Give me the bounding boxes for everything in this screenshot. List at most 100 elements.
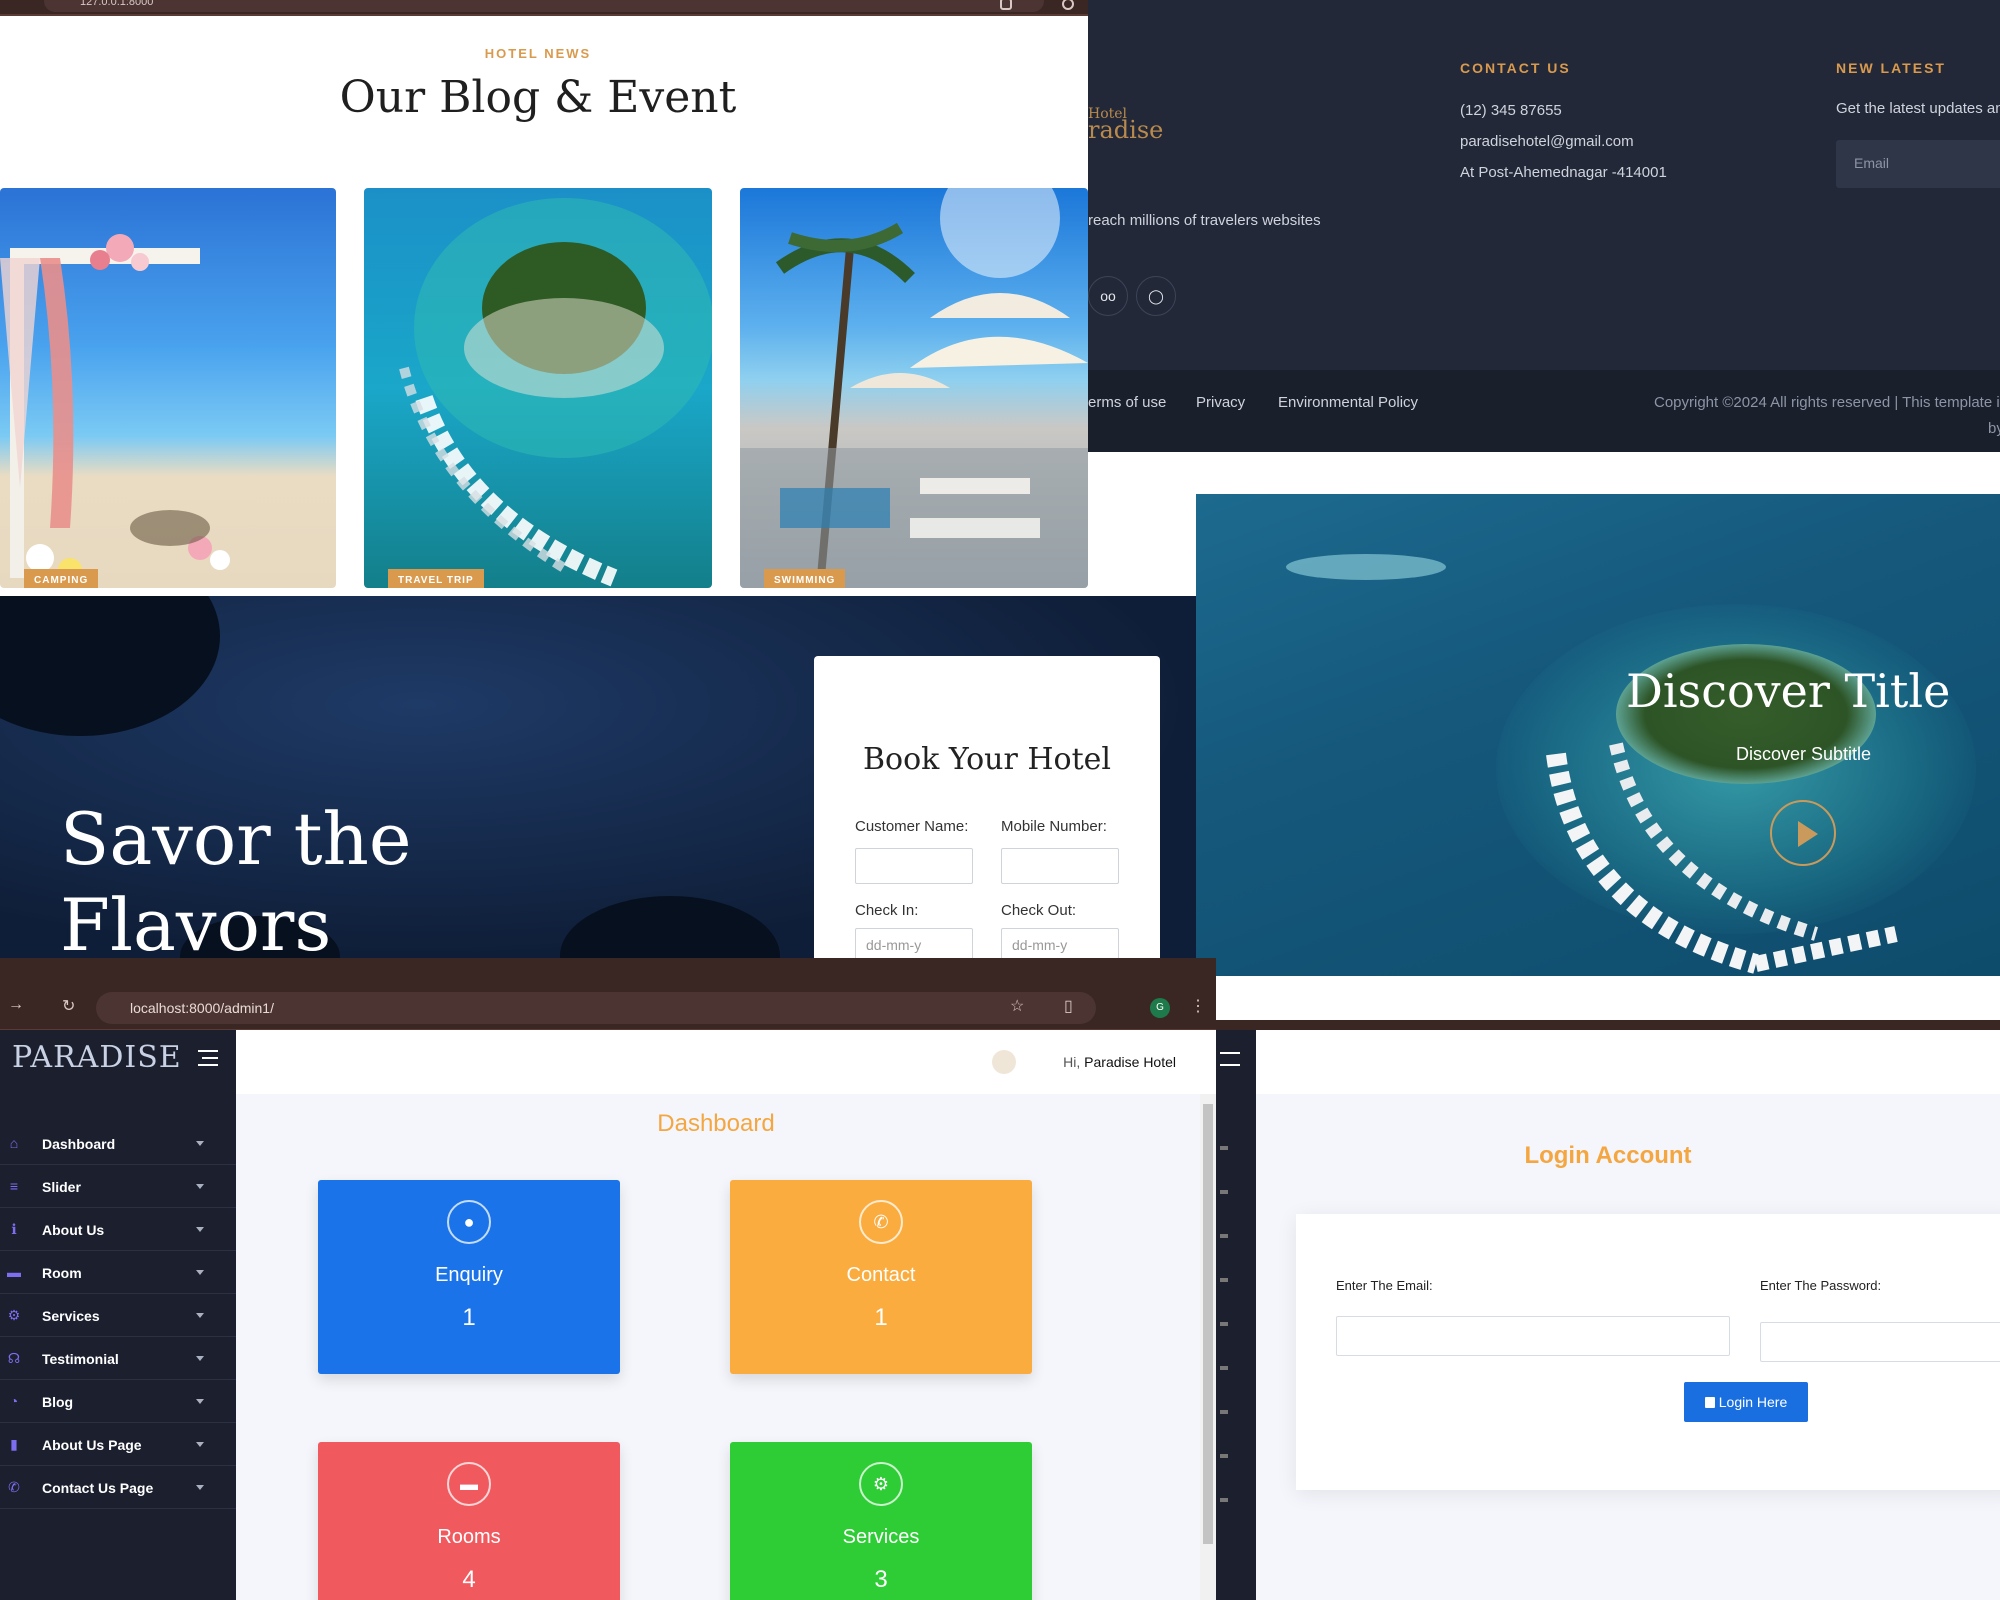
play-video-icon[interactable] xyxy=(1770,800,1836,866)
login-window: Login Account Enter The Email: Enter The… xyxy=(1216,1020,2000,1600)
extensions-icon[interactable]: ▯ xyxy=(1064,996,1073,1016)
admin-sidebar: PARADISE ⌂ Dashboard ≡ Slider ℹ About Us ▬ Room… xyxy=(0,1030,236,1600)
admin-dashboard-window: → ↻ localhost:8000/admin1/ ☆ ▯ G ⋮ PARAD… xyxy=(0,958,1216,1600)
contact-email[interactable]: paradisehotel@gmail.com xyxy=(1460,133,1634,150)
kebab-menu-icon[interactable]: ⋮ xyxy=(1190,996,1206,1016)
stat-tile-contact[interactable]: ✆ Contact 1 xyxy=(730,1180,1032,1374)
admin-topbar xyxy=(1256,1030,2000,1094)
check-in-date-input[interactable]: dd-mm-y xyxy=(855,928,973,958)
copyright-by: by xyxy=(1988,420,2000,437)
villas-pier-graphic xyxy=(1546,742,1898,974)
forward-icon[interactable]: → xyxy=(8,996,24,1014)
sidebar-item-about-us-page[interactable]: ▮ About Us Page xyxy=(0,1423,236,1466)
footer-link-terms[interactable]: erms of use xyxy=(1088,394,1166,411)
address-bar[interactable]: 127.0.0.1:8000 xyxy=(44,0,1044,12)
contact-phone[interactable]: (12) 345 87655 xyxy=(1460,102,1562,119)
scrollbar[interactable] xyxy=(1200,1094,1216,1600)
newsletter-email-input[interactable]: Email xyxy=(1836,140,2000,188)
profile-avatar[interactable]: G xyxy=(1150,998,1170,1018)
customer-name-input[interactable] xyxy=(855,848,973,884)
email-input[interactable] xyxy=(1336,1316,1730,1356)
chevron-down-icon[interactable] xyxy=(1220,1454,1228,1458)
chevron-down-icon[interactable] xyxy=(1220,1278,1228,1282)
stat-tile-services[interactable]: ⚙ Services 3 xyxy=(730,1442,1032,1600)
password-input[interactable] xyxy=(1760,1322,2000,1362)
chevron-down-icon xyxy=(196,1399,204,1404)
hamburger-icon[interactable] xyxy=(198,1050,218,1066)
sidebar-item-contact-us-page[interactable]: ✆ Contact Us Page xyxy=(0,1466,236,1509)
check-in-label: Check In: xyxy=(855,902,919,919)
palm-silhouette xyxy=(0,596,220,736)
login-button-label: Login Here xyxy=(1718,1394,1788,1410)
chevron-down-icon[interactable] xyxy=(1220,1146,1228,1150)
sidebar-item-slider[interactable]: ≡ Slider xyxy=(0,1165,236,1208)
browser-toolbar: → ↻ localhost:8000/admin1/ ☆ ▯ G ⋮ xyxy=(0,986,1216,1030)
cogs-icon: ⚙ xyxy=(7,1307,21,1323)
info-icon: ℹ xyxy=(11,1221,17,1237)
footer-link-environmental[interactable]: Environmental Policy xyxy=(1278,394,1418,411)
page-title: Dashboard xyxy=(657,1110,775,1137)
sidebar-item-room[interactable]: ▬ Room xyxy=(0,1251,236,1294)
section-title: Our Blog & Event xyxy=(339,72,737,123)
address-url: 127.0.0.1:8000 xyxy=(80,0,154,8)
reload-icon[interactable]: ↻ xyxy=(62,996,75,1016)
footer-logo[interactable]: Hotel radise xyxy=(1088,106,1163,144)
discover-subtitle: Discover Subtitle xyxy=(1736,744,1872,764)
footer-link-privacy[interactable]: Privacy xyxy=(1196,394,1245,411)
home-icon: ⌂ xyxy=(9,1135,19,1151)
blog-card[interactable]: TRAVEL TRIP xyxy=(364,188,712,588)
chevron-down-icon xyxy=(196,1356,204,1361)
footer-description: reach millions of travelers websites xyxy=(1088,212,1321,229)
blog-card[interactable]: SWIMMING xyxy=(740,188,1088,588)
instagram-icon[interactable]: ◯ xyxy=(1136,276,1176,316)
sidebar-item-blog[interactable]: ◔ Blog xyxy=(0,1380,236,1423)
tripadvisor-icon[interactable]: oo xyxy=(1088,276,1128,316)
chevron-down-icon[interactable] xyxy=(1220,1498,1228,1502)
chevron-down-icon[interactable] xyxy=(1220,1322,1228,1326)
sidebar-item-about-us[interactable]: ℹ About Us xyxy=(0,1208,236,1251)
save-icon xyxy=(1704,1397,1715,1408)
stat-tile-enquiry[interactable]: ● Enquiry 1 xyxy=(318,1180,620,1374)
menu-icon[interactable] xyxy=(1062,0,1074,10)
stat-tile-rooms[interactable]: ▬ Rooms 4 xyxy=(318,1442,620,1600)
password-label: Enter The Password: xyxy=(1760,1278,1882,1293)
booking-hero: Savor the Flavors Book Your Hotel Custom… xyxy=(0,596,1196,958)
login-card: Enter The Email: Enter The Password: Log… xyxy=(1296,1214,2000,1490)
user-avatar[interactable] xyxy=(992,1050,1016,1074)
mobile-number-input[interactable] xyxy=(1001,848,1119,884)
chevron-down-icon[interactable] xyxy=(1220,1234,1228,1238)
rss-icon: ◔ xyxy=(9,1393,19,1409)
user-name[interactable]: Paradise Hotel xyxy=(1084,1054,1176,1070)
scrollbar-thumb[interactable] xyxy=(1203,1104,1213,1544)
booking-form: Book Your Hotel Customer Name: Mobile Nu… xyxy=(814,656,1160,958)
user-greeting: Hi, Paradise Hotel xyxy=(1063,1054,1176,1070)
chevron-down-icon[interactable] xyxy=(1220,1190,1228,1194)
stat-tile-value: 4 xyxy=(462,1566,476,1593)
blog-card[interactable]: CAMPING xyxy=(0,188,336,588)
phone-icon: ✆ xyxy=(859,1200,903,1244)
cogs-icon: ⚙ xyxy=(859,1462,903,1506)
stat-tile-label: Enquiry xyxy=(435,1264,503,1286)
hamburger-icon[interactable] xyxy=(1220,1052,1240,1066)
extensions-icon[interactable] xyxy=(1000,0,1012,10)
address-bar[interactable]: localhost:8000/admin1/ xyxy=(96,992,1096,1024)
sliders-icon: ≡ xyxy=(9,1178,19,1194)
bookmark-star-icon[interactable]: ☆ xyxy=(1010,996,1024,1016)
footer-bottom-bar: erms of use Privacy Environmental Policy… xyxy=(1088,370,2000,452)
sidebar-item-label: Testimonial xyxy=(42,1351,119,1367)
sidebar-item-services[interactable]: ⚙ Services xyxy=(0,1294,236,1337)
greeting-text: Hi, xyxy=(1063,1054,1081,1070)
sidebar-item-label: Blog xyxy=(42,1394,74,1410)
chevron-down-icon xyxy=(196,1227,204,1232)
admin-logo[interactable]: PARADISE xyxy=(12,1040,182,1075)
chevron-down-icon[interactable] xyxy=(1220,1366,1228,1370)
sidebar-item-testimonial[interactable]: ☊ Testimonial xyxy=(0,1337,236,1380)
hero-headline-line1: Savor the xyxy=(60,797,412,881)
browser-tab-strip xyxy=(1216,1020,2000,1030)
chevron-down-icon[interactable] xyxy=(1220,1410,1228,1414)
login-button[interactable]: Login Here xyxy=(1684,1382,1808,1422)
sidebar-item-dashboard[interactable]: ⌂ Dashboard xyxy=(0,1122,236,1165)
check-out-date-input[interactable]: dd-mm-y xyxy=(1001,928,1119,958)
discover-hero: Discover Title Discover Subtitle xyxy=(1196,452,2000,1024)
sidebar-item-label: Room xyxy=(42,1265,82,1281)
